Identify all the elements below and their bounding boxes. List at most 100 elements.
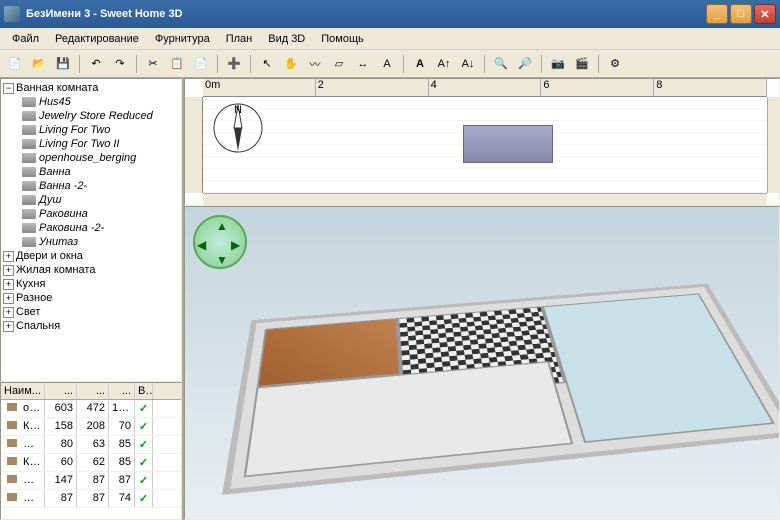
table-row[interactable]: опе...60347210...✓ [1, 400, 181, 418]
maximize-button[interactable]: □ [730, 4, 752, 24]
furniture-table[interactable]: Наим... ... ... ... В... опе...60347210.… [0, 382, 182, 520]
decrease-text-button[interactable]: A↓ [457, 53, 479, 75]
tree-category[interactable]: +Двери и окна [3, 249, 179, 263]
pan-tool[interactable]: ✋ [280, 53, 302, 75]
3d-view[interactable]: ▲ ▼ ◀ ▶ [184, 206, 780, 520]
tree-category[interactable]: − Ванная комната [3, 81, 179, 95]
undo-button[interactable]: ↶ [85, 53, 107, 75]
room-tool[interactable]: ▱ [328, 53, 350, 75]
table-header[interactable]: Наим... ... ... ... В... [1, 383, 181, 400]
text-tool[interactable]: A [376, 53, 398, 75]
expand-icon[interactable]: + [3, 321, 14, 332]
furniture-icon [22, 223, 36, 233]
add-furniture-button[interactable]: ➕ [223, 53, 245, 75]
tree-category[interactable]: +Разное [3, 291, 179, 305]
tree-item[interactable]: Ванна -2- [19, 179, 179, 193]
checkbox-icon[interactable]: ✓ [139, 439, 148, 451]
table-row[interactable]: Сти...806385✓ [1, 436, 181, 454]
close-button[interactable]: ✕ [754, 4, 776, 24]
zoom-in-button[interactable]: 🔍 [490, 53, 512, 75]
checkbox-icon[interactable]: ✓ [139, 475, 148, 487]
table-row[interactable]: Сти...1478787✓ [1, 472, 181, 490]
text-style-button[interactable]: A [409, 53, 431, 75]
table-row[interactable]: Кух...606285✓ [1, 454, 181, 472]
titlebar[interactable]: БезИмени 3 - Sweet Home 3D _ □ ✕ [0, 0, 780, 28]
tree-item[interactable]: Душ [19, 193, 179, 207]
furniture-tree[interactable]: − Ванная комната Hus45Jewelry Store Redu… [0, 78, 182, 382]
select-tool[interactable]: ↖ [256, 53, 278, 75]
tree-category[interactable]: +Кухня [3, 277, 179, 291]
col-visible[interactable]: В... [135, 383, 153, 399]
checkbox-icon[interactable]: ✓ [139, 457, 148, 469]
table-row[interactable]: Сто...878774✓ [1, 490, 181, 508]
minimize-button[interactable]: _ [706, 4, 728, 24]
nav-right-icon[interactable]: ▶ [231, 238, 243, 250]
furniture-icon [22, 181, 36, 191]
horizontal-scrollbar[interactable] [203, 193, 767, 205]
preferences-button[interactable]: ⚙ [604, 53, 626, 75]
col-c[interactable]: ... [109, 383, 135, 399]
col-name[interactable]: Наим... [1, 383, 45, 399]
checkbox-icon[interactable]: ✓ [139, 421, 148, 433]
save-button[interactable]: 💾 [52, 53, 74, 75]
plan-canvas[interactable]: N [203, 97, 767, 193]
collapse-icon[interactable]: − [3, 83, 14, 94]
tree-label: Hus45 [39, 96, 71, 108]
plan-thumbnail [463, 125, 553, 163]
3d-nav-widget[interactable]: ▲ ▼ ◀ ▶ [193, 215, 247, 269]
redo-button[interactable]: ↷ [109, 53, 131, 75]
col-a[interactable]: ... [45, 383, 77, 399]
tree-item[interactable]: Jewelry Store Reduced [19, 109, 179, 123]
menu-help[interactable]: Помощь [313, 31, 372, 47]
wall-tool[interactable]: 〰 [304, 53, 326, 75]
nav-up-icon[interactable]: ▲ [216, 219, 228, 231]
right-panel: 0m 2 4 6 8 N ▲ [184, 78, 780, 520]
separator [250, 55, 251, 73]
plan-view[interactable]: 0m 2 4 6 8 N [184, 78, 780, 206]
tree-item[interactable]: Living For Two [19, 123, 179, 137]
zoom-out-button[interactable]: 🔎 [514, 53, 536, 75]
open-button[interactable]: 📂 [28, 53, 50, 75]
expand-icon[interactable]: + [3, 265, 14, 276]
col-b[interactable]: ... [77, 383, 109, 399]
tree-item[interactable]: Hus45 [19, 95, 179, 109]
menu-furniture[interactable]: Фурнитура [147, 31, 218, 47]
tree-category[interactable]: +Спальня [3, 319, 179, 333]
furniture-icon [22, 97, 36, 107]
checkbox-icon[interactable]: ✓ [139, 493, 148, 505]
tree-category[interactable]: +Жилая комната [3, 263, 179, 277]
photo-button[interactable]: 📷 [547, 53, 569, 75]
vertical-scrollbar[interactable] [767, 97, 779, 193]
paste-button[interactable]: 📄 [190, 53, 212, 75]
video-button[interactable]: 🎬 [571, 53, 593, 75]
menu-plan[interactable]: План [218, 31, 261, 47]
dimension-tool[interactable]: ↔ [352, 53, 374, 75]
menu-file[interactable]: Файл [4, 31, 47, 47]
furniture-icon [22, 125, 36, 135]
nav-down-icon[interactable]: ▼ [216, 253, 228, 265]
tree-item[interactable]: Living For Two II [19, 137, 179, 151]
expand-icon[interactable]: + [3, 251, 14, 262]
menu-3d[interactable]: Вид 3D [260, 31, 313, 47]
expand-icon[interactable]: + [3, 293, 14, 304]
increase-text-button[interactable]: A↑ [433, 53, 455, 75]
nav-left-icon[interactable]: ◀ [197, 238, 209, 250]
tree-label: Ванна -2- [39, 180, 87, 192]
expand-icon[interactable]: + [3, 307, 14, 318]
tree-item[interactable]: Раковина [19, 207, 179, 221]
table-row[interactable]: Кро...15820870✓ [1, 418, 181, 436]
expand-icon[interactable]: + [3, 279, 14, 290]
tree-item[interactable]: Унитаз [19, 235, 179, 249]
new-button[interactable]: 📄 [4, 53, 26, 75]
tree-item[interactable]: openhouse_berging [19, 151, 179, 165]
copy-button[interactable]: 📋 [166, 53, 188, 75]
checkbox-icon[interactable]: ✓ [139, 403, 148, 415]
tree-item[interactable]: Ванна [19, 165, 179, 179]
menu-edit[interactable]: Редактирование [47, 31, 147, 47]
compass-icon[interactable]: N [211, 101, 265, 155]
cut-button[interactable]: ✂ [142, 53, 164, 75]
tree-category[interactable]: +Свет [3, 305, 179, 319]
tree-label: Раковина -2- [39, 222, 104, 234]
tree-item[interactable]: Раковина -2- [19, 221, 179, 235]
3d-floor-plan[interactable] [222, 284, 780, 495]
